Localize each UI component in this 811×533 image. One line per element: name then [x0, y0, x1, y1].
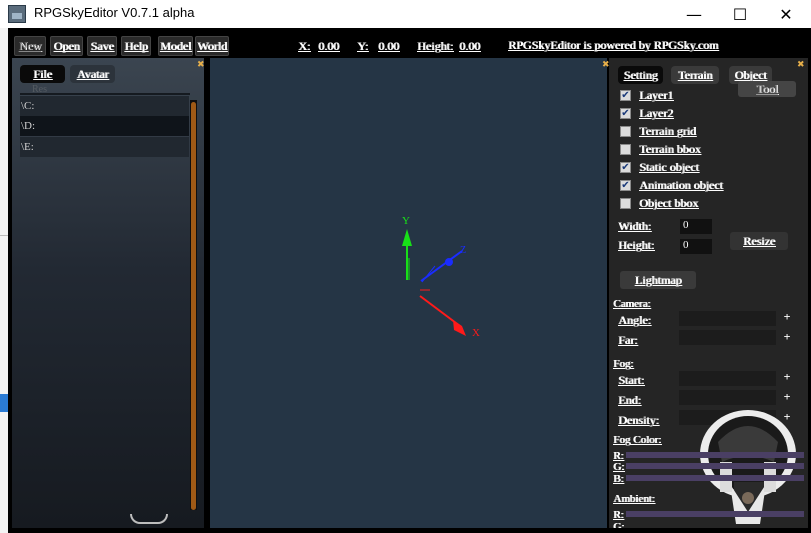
checkbox-label-terrain-bbox: Terrain bbox: [639, 142, 701, 156]
checkbox-label-animation-object: Animation object: [639, 178, 723, 192]
z-axis-line: [420, 250, 463, 282]
width-label: Width:: [618, 219, 651, 233]
background-divider: [0, 235, 8, 236]
y-coord-label: Y:: [357, 39, 368, 53]
tab-file[interactable]: File: [20, 65, 65, 83]
checkbox-label-object-bbox: Object bbox: [639, 196, 698, 210]
x-axis-label: X: [472, 327, 480, 339]
app-icon: [8, 5, 26, 23]
height-input[interactable]: 0: [680, 239, 712, 254]
checkbox-layer1[interactable]: ✔: [620, 90, 631, 101]
powered-by-credit: RPGSkyEditor is powered by RPGSky.com: [508, 38, 719, 52]
x-coord-label: X:: [298, 39, 310, 53]
menu-new[interactable]: New: [14, 36, 46, 56]
y-axis-label: Y: [402, 215, 410, 227]
checkbox-terrain-grid[interactable]: [620, 126, 631, 137]
fog-g-slider[interactable]: [626, 463, 804, 469]
z-axis-back-line: [421, 265, 436, 283]
checkbox-layer2[interactable]: ✔: [620, 108, 631, 119]
ambient-header: Ambient:: [613, 493, 655, 505]
drive-row-e[interactable]: \E:: [20, 137, 189, 157]
tab-setting[interactable]: Setting: [618, 66, 663, 84]
checkbox-label-terrain-grid: Terrain grid: [639, 124, 696, 138]
background-window-edge: [0, 28, 8, 533]
fog-b-label: B:: [613, 473, 624, 485]
drive-row-c[interactable]: \C:: [20, 96, 189, 116]
close-button[interactable]: ✕: [763, 0, 809, 28]
menu-world[interactable]: World: [195, 36, 229, 56]
far-slider[interactable]: [679, 330, 776, 345]
fog-header: Fog:: [613, 358, 634, 370]
checkbox-static-object[interactable]: ✔: [620, 162, 631, 173]
z-axis-handle: [445, 258, 453, 266]
fog-start-slider[interactable]: [679, 371, 776, 386]
menu-save[interactable]: Save: [87, 36, 117, 56]
ambient-g-label: G:: [613, 521, 624, 528]
fog-color-header: Fog Color:: [613, 434, 661, 446]
tab-terrain[interactable]: Terrain: [671, 66, 719, 84]
menu-open[interactable]: Open: [50, 36, 83, 56]
far-plus-button[interactable]: +: [781, 330, 793, 344]
height-label: Height:: [417, 39, 453, 53]
y-coord-value: 0.00: [378, 39, 399, 53]
height-input-label: Height:: [618, 238, 654, 252]
height-value: 0.00: [459, 39, 480, 53]
checkbox-label-layer1: Layer1: [639, 88, 673, 102]
z-axis-label: Z: [460, 245, 466, 256]
tool-button[interactable]: Tool: [738, 81, 796, 97]
drive-row-d[interactable]: \D:: [20, 116, 189, 136]
list-header-separator: [20, 93, 190, 95]
lightmap-button[interactable]: Lightmap: [620, 271, 696, 289]
fog-end-label: End:: [618, 393, 641, 407]
angle-plus-button[interactable]: +: [781, 310, 793, 324]
tab-avatar[interactable]: Avatar: [70, 65, 115, 83]
ambient-r-slider[interactable]: [626, 511, 804, 517]
width-input[interactable]: 0: [680, 219, 712, 234]
minimize-button[interactable]: —: [671, 0, 717, 28]
ambient-r-label: R:: [613, 509, 624, 521]
background-selection-marker: [0, 394, 8, 412]
axis-gizmo: Y X Z: [402, 215, 480, 339]
angle-slider[interactable]: [679, 311, 776, 326]
checkbox-object-bbox[interactable]: [620, 198, 631, 209]
window-title: RPGSkyEditor V0.7.1 alpha: [34, 5, 195, 20]
menu-model[interactable]: Model: [158, 36, 193, 56]
title-bar: RPGSkyEditor V0.7.1 alpha — ☐ ✕: [0, 0, 811, 28]
fog-b-slider[interactable]: [626, 475, 804, 481]
fog-start-plus-button[interactable]: +: [781, 370, 793, 384]
checkbox-label-static-object: Static object: [639, 160, 699, 174]
maximize-button[interactable]: ☐: [717, 0, 763, 28]
fog-start-label: Start:: [618, 373, 644, 387]
x-coord-value: 0.00: [318, 39, 339, 53]
checkbox-label-layer2: Layer2: [639, 106, 673, 120]
fog-g-label: G:: [613, 461, 624, 473]
angle-label: Angle:: [618, 313, 651, 327]
panel-resize-grip-left[interactable]: ✖: [602, 60, 610, 69]
fog-density-label: Density:: [618, 413, 659, 427]
camera-header: Camera:: [613, 298, 651, 310]
checkbox-animation-object[interactable]: ✔: [620, 180, 631, 191]
far-label: Far:: [618, 333, 638, 347]
y-axis-arrowhead: [402, 229, 412, 246]
resize-button[interactable]: Resize: [730, 232, 788, 250]
scrollbar-thumb[interactable]: [191, 102, 196, 510]
checkbox-terrain-bbox[interactable]: [620, 144, 631, 155]
panel-resize-grip-right[interactable]: ✖: [797, 60, 805, 69]
panel-resize-grip[interactable]: ✖: [197, 60, 205, 69]
fog-r-slider[interactable]: [626, 452, 804, 458]
avatar-preview-edge: [130, 514, 168, 524]
menu-help[interactable]: Help: [121, 36, 151, 56]
x-axis-arrowhead: [453, 320, 466, 336]
